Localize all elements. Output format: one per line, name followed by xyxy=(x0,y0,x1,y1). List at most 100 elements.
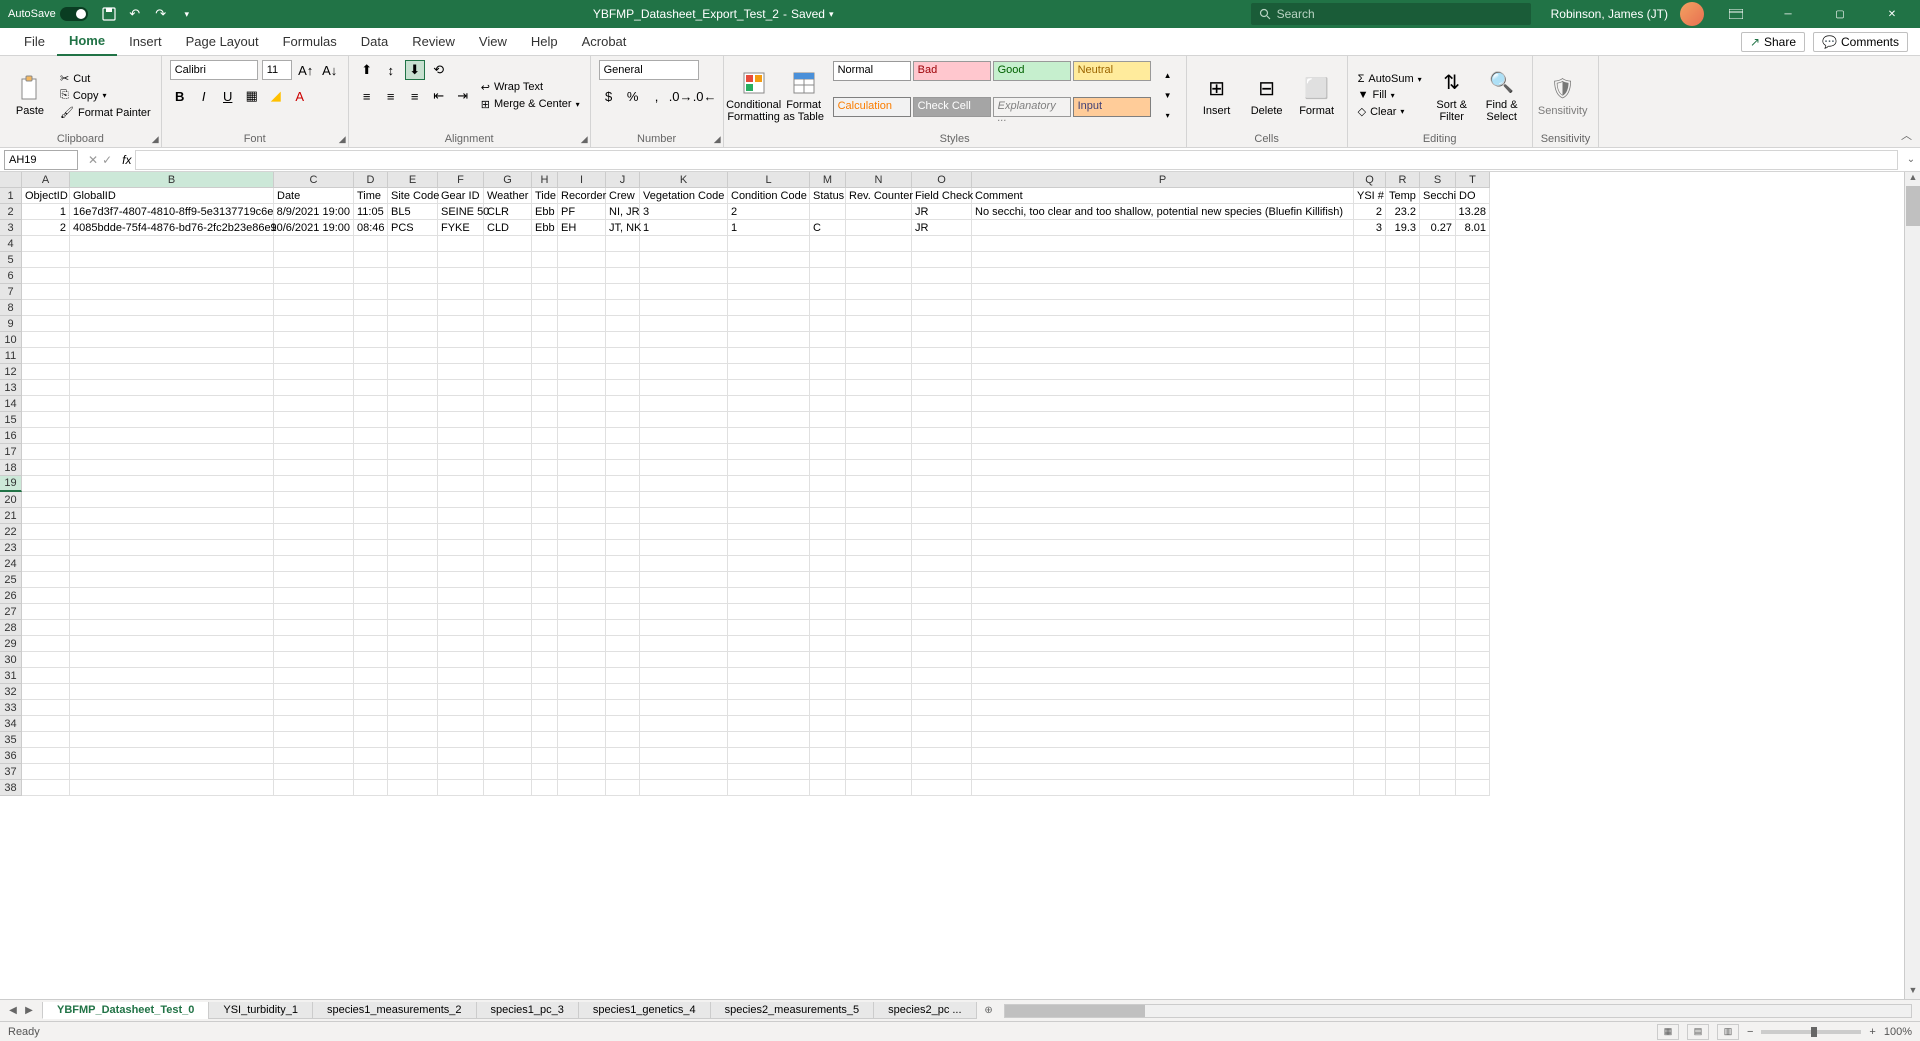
cell-M18[interactable] xyxy=(810,460,846,476)
cell-T9[interactable] xyxy=(1456,316,1490,332)
cell-B19[interactable] xyxy=(70,476,274,492)
comma-icon[interactable]: , xyxy=(647,86,667,106)
cell-R26[interactable] xyxy=(1386,588,1420,604)
scroll-down-icon[interactable]: ▼ xyxy=(1905,985,1920,999)
row-header-16[interactable]: 16 xyxy=(0,428,22,444)
cell-N6[interactable] xyxy=(846,268,912,284)
row-header-8[interactable]: 8 xyxy=(0,300,22,316)
cell-T38[interactable] xyxy=(1456,780,1490,796)
cell-M37[interactable] xyxy=(810,764,846,780)
cell-K23[interactable] xyxy=(640,540,728,556)
cell-L12[interactable] xyxy=(728,364,810,380)
cell-I36[interactable] xyxy=(558,748,606,764)
cell-T26[interactable] xyxy=(1456,588,1490,604)
cell-Q28[interactable] xyxy=(1354,620,1386,636)
cell-L15[interactable] xyxy=(728,412,810,428)
styles-down-icon[interactable]: ▼ xyxy=(1158,86,1178,106)
sheet-tab[interactable]: species2_measurements_5 xyxy=(710,1002,875,1019)
cell-G33[interactable] xyxy=(484,700,532,716)
cell-P2[interactable]: No secchi, too clear and too shallow, po… xyxy=(972,204,1354,220)
cell-E35[interactable] xyxy=(388,732,438,748)
row-header-17[interactable]: 17 xyxy=(0,444,22,460)
expand-formula-bar-icon[interactable]: ⌄ xyxy=(1902,154,1920,165)
cell-L13[interactable] xyxy=(728,380,810,396)
cell-T37[interactable] xyxy=(1456,764,1490,780)
cell-C18[interactable] xyxy=(274,460,354,476)
cell-O38[interactable] xyxy=(912,780,972,796)
cell-B3[interactable]: 4085bdde-75f4-4876-bd76-2fc2b23e86e9 xyxy=(70,220,274,236)
sheet-tab[interactable]: YBFMP_Datasheet_Test_0 xyxy=(42,1002,209,1019)
cell-M23[interactable] xyxy=(810,540,846,556)
cell-C31[interactable] xyxy=(274,668,354,684)
cell-R36[interactable] xyxy=(1386,748,1420,764)
cell-I21[interactable] xyxy=(558,508,606,524)
cell-O13[interactable] xyxy=(912,380,972,396)
cell-L19[interactable] xyxy=(728,476,810,492)
cell-E17[interactable] xyxy=(388,444,438,460)
cell-H21[interactable] xyxy=(532,508,558,524)
cell-P22[interactable] xyxy=(972,524,1354,540)
cell-P9[interactable] xyxy=(972,316,1354,332)
header-cell-D1[interactable]: Time xyxy=(354,188,388,204)
cell-G26[interactable] xyxy=(484,588,532,604)
cell-N19[interactable] xyxy=(846,476,912,492)
cell-P11[interactable] xyxy=(972,348,1354,364)
col-header-H[interactable]: H xyxy=(532,172,558,188)
cell-K32[interactable] xyxy=(640,684,728,700)
cell-R11[interactable] xyxy=(1386,348,1420,364)
cell-P34[interactable] xyxy=(972,716,1354,732)
cell-O19[interactable] xyxy=(912,476,972,492)
cell-F25[interactable] xyxy=(438,572,484,588)
cell-J7[interactable] xyxy=(606,284,640,300)
cell-C4[interactable] xyxy=(274,236,354,252)
cell-G12[interactable] xyxy=(484,364,532,380)
cell-Q22[interactable] xyxy=(1354,524,1386,540)
cell-M17[interactable] xyxy=(810,444,846,460)
cell-E7[interactable] xyxy=(388,284,438,300)
cell-S24[interactable] xyxy=(1420,556,1456,572)
cell-M9[interactable] xyxy=(810,316,846,332)
cell-T4[interactable] xyxy=(1456,236,1490,252)
cell-S23[interactable] xyxy=(1420,540,1456,556)
cell-K28[interactable] xyxy=(640,620,728,636)
cell-B25[interactable] xyxy=(70,572,274,588)
cell-N26[interactable] xyxy=(846,588,912,604)
cell-Q3[interactable]: 3 xyxy=(1354,220,1386,236)
cell-K30[interactable] xyxy=(640,652,728,668)
cell-B7[interactable] xyxy=(70,284,274,300)
cell-A27[interactable] xyxy=(22,604,70,620)
cell-A19[interactable] xyxy=(22,476,70,492)
cell-P29[interactable] xyxy=(972,636,1354,652)
cell-O26[interactable] xyxy=(912,588,972,604)
cell-G31[interactable] xyxy=(484,668,532,684)
cell-I32[interactable] xyxy=(558,684,606,700)
cell-J5[interactable] xyxy=(606,252,640,268)
cell-R2[interactable]: 23.2 xyxy=(1386,204,1420,220)
cell-E12[interactable] xyxy=(388,364,438,380)
cell-A25[interactable] xyxy=(22,572,70,588)
cell-E21[interactable] xyxy=(388,508,438,524)
cell-P15[interactable] xyxy=(972,412,1354,428)
cell-L36[interactable] xyxy=(728,748,810,764)
cell-C20[interactable] xyxy=(274,492,354,508)
cell-D27[interactable] xyxy=(354,604,388,620)
cell-R18[interactable] xyxy=(1386,460,1420,476)
cell-B33[interactable] xyxy=(70,700,274,716)
cell-L29[interactable] xyxy=(728,636,810,652)
cell-Q37[interactable] xyxy=(1354,764,1386,780)
cell-J37[interactable] xyxy=(606,764,640,780)
cell-B38[interactable] xyxy=(70,780,274,796)
cell-P33[interactable] xyxy=(972,700,1354,716)
cell-B34[interactable] xyxy=(70,716,274,732)
cell-A22[interactable] xyxy=(22,524,70,540)
col-header-I[interactable]: I xyxy=(558,172,606,188)
cell-H8[interactable] xyxy=(532,300,558,316)
row-header-35[interactable]: 35 xyxy=(0,732,22,748)
cell-D5[interactable] xyxy=(354,252,388,268)
cell-A10[interactable] xyxy=(22,332,70,348)
col-header-G[interactable]: G xyxy=(484,172,532,188)
cell-P12[interactable] xyxy=(972,364,1354,380)
cell-T5[interactable] xyxy=(1456,252,1490,268)
cell-T20[interactable] xyxy=(1456,492,1490,508)
col-header-D[interactable]: D xyxy=(354,172,388,188)
